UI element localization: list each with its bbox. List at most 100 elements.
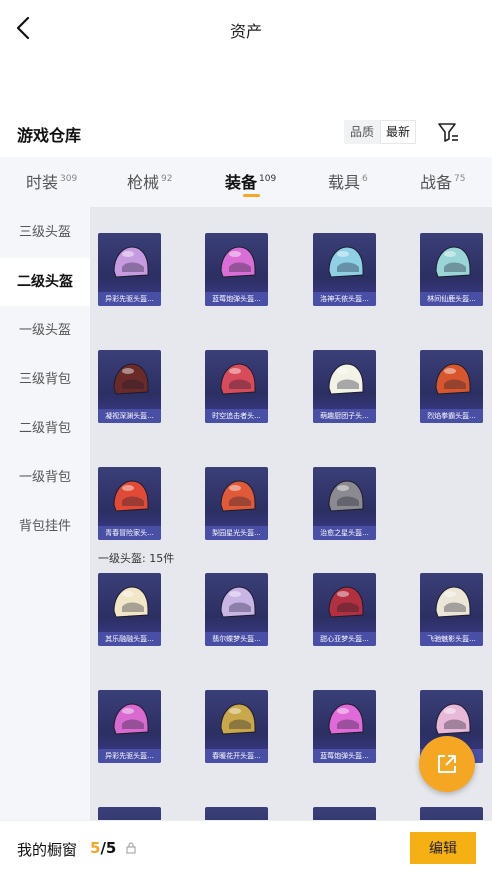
page-title: 资产 [229, 22, 262, 41]
item-card[interactable]: 烈焰拳霸头盔... [420, 350, 483, 423]
sidebar-item-backpack-2[interactable]: 二级背包 [0, 405, 90, 453]
helmet-icon [113, 363, 149, 395]
tab-fashion[interactable]: 时装 309 [26, 169, 77, 193]
sidebar-item-backpack-pendant[interactable]: 背包挂件 [0, 503, 90, 551]
warehouse-header: 游戏仓库 品质 最新 [0, 118, 492, 148]
item-card[interactable]: 甜心亚梦头盔... [313, 573, 376, 646]
item-card[interactable]: 梨园星光头盔... [205, 467, 268, 540]
sidebar-item-backpack-3[interactable]: 三级背包 [0, 356, 90, 404]
showcase-label: 我的橱窗 [17, 841, 78, 859]
helmet-icon [220, 703, 256, 735]
item-name: 凝视深渊头盔... [98, 409, 161, 423]
item-name: 梨园星光头盔... [205, 526, 268, 540]
item-card[interactable]: 飞驰魅影头盔... [420, 573, 483, 646]
tab-label: 战备 [420, 173, 453, 192]
item-card[interactable]: 凝视深渊头盔... [98, 350, 161, 423]
helmet-icon [328, 480, 364, 512]
item-card[interactable]: 蓝莓炮弹头盔... [313, 690, 376, 763]
tab-label: 时装 [26, 173, 59, 192]
active-tab-indicator [243, 194, 260, 197]
item-name: 蓝莓炮弹头盔... [205, 292, 268, 306]
item-card[interactable]: 异彩先驱头盔... [98, 233, 161, 306]
sidebar-item-helmet-3[interactable]: 三级头盔 [0, 209, 90, 257]
item-card[interactable]: 治愈之星头盔... [313, 467, 376, 540]
helmet-icon [113, 703, 149, 735]
category-tabs: 时装 309 枪械 92 装备 109 载具 6 战备 75 [0, 157, 492, 207]
helmet-icon [113, 480, 149, 512]
sidebar: 三级头盔 二级头盔 一级头盔 三级背包 二级背包 一级背包 背包挂件 [0, 207, 90, 820]
helmet-icon [328, 246, 364, 278]
item-name: 时空追击者头... [205, 409, 268, 423]
showcase-count: 5/5 [90, 839, 116, 857]
tab-count: 75 [454, 174, 466, 184]
tab-count: 6 [362, 174, 368, 184]
item-name: 飞驰魅影头盔... [420, 632, 483, 646]
item-card[interactable]: 林间仙鹿头盔... [420, 233, 483, 306]
item-card[interactable]: 蓝莓炮弹头盔... [205, 233, 268, 306]
item-name: 萌趣厨团子头... [313, 409, 376, 423]
helmet-icon [435, 586, 471, 618]
item-card[interactable]: 春暖花开头盔... [205, 690, 268, 763]
item-name: 蓝莓炮弹头盔... [313, 749, 376, 763]
item-name: 春暖花开头盔... [205, 749, 268, 763]
item-name: 治愈之星头盔... [313, 526, 376, 540]
showcase-bar: 我的橱窗 5/5 编辑 [0, 820, 492, 877]
item-name: 异彩先驱头盔... [98, 749, 161, 763]
lock-icon [126, 842, 136, 854]
sidebar-item-helmet-2[interactable]: 二级头盔 [0, 258, 90, 306]
tab-label: 载具 [328, 173, 361, 192]
item-name: 翡尔蝶梦头盔... [205, 632, 268, 646]
item-card[interactable]: 时空追击者头... [205, 350, 268, 423]
item-card[interactable]: 翡尔蝶梦头盔... [205, 573, 268, 646]
item-card[interactable]: 其乐融融头盔... [98, 573, 161, 646]
tab-vehicles[interactable]: 载具 6 [328, 169, 368, 193]
helmet-icon [220, 480, 256, 512]
warehouse-title: 游戏仓库 [17, 126, 82, 145]
edit-button[interactable]: 编辑 [410, 832, 476, 864]
section-label-helmet-1: 一级头盔: 15件 [98, 552, 175, 565]
item-card[interactable] [313, 807, 376, 820]
helmet-icon [220, 363, 256, 395]
helmet-icon [220, 586, 256, 618]
item-card[interactable]: 青春冒险家头... [98, 467, 161, 540]
helmet-icon [220, 246, 256, 278]
share-external-icon [438, 755, 456, 773]
tab-label: 装备 [225, 173, 258, 192]
item-card[interactable]: 洛神天依头盔... [313, 233, 376, 306]
tab-guns[interactable]: 枪械 92 [127, 169, 172, 193]
item-card[interactable] [98, 807, 161, 820]
item-grid: 一级头盔: 15件 异彩先驱头盔... 蓝莓炮弹头盔... 洛神天依头盔... 林间仙… [90, 207, 492, 820]
helmet-icon [328, 363, 364, 395]
tab-supplies[interactable]: 战备 75 [420, 169, 465, 193]
tab-count: 109 [259, 174, 277, 184]
helmet-icon [435, 363, 471, 395]
item-card[interactable]: 萌趣厨团子头... [313, 350, 376, 423]
item-name: 异彩先驱头盔... [98, 292, 161, 306]
sort-latest[interactable]: 最新 [380, 120, 417, 144]
share-button[interactable] [419, 736, 475, 792]
helmet-icon [435, 703, 471, 735]
tab-equipment[interactable]: 装备 109 [225, 169, 276, 193]
item-name: 林间仙鹿头盔... [420, 292, 483, 306]
item-name: 甜心亚梦头盔... [313, 632, 376, 646]
helmet-icon [328, 586, 364, 618]
item-card[interactable] [205, 807, 268, 820]
showcase-current: 5 [90, 839, 101, 857]
helmet-icon [113, 246, 149, 278]
sidebar-item-backpack-1[interactable]: 一级背包 [0, 454, 90, 502]
top-bar: 资产 [0, 0, 492, 58]
tab-count: 92 [161, 174, 173, 184]
showcase-total: /5 [100, 839, 117, 857]
helmet-icon [435, 246, 471, 278]
item-card[interactable] [420, 807, 483, 820]
item-name: 其乐融融头盔... [98, 632, 161, 646]
helmet-icon [328, 703, 364, 735]
item-name: 烈焰拳霸头盔... [420, 409, 483, 423]
sidebar-item-helmet-1[interactable]: 一级头盔 [0, 307, 90, 355]
item-name: 青春冒险家头... [98, 526, 161, 540]
sort-quality[interactable]: 品质 [344, 120, 380, 144]
tab-label: 枪械 [127, 173, 160, 192]
filter-icon[interactable] [436, 120, 460, 144]
item-name: 洛神天依头盔... [313, 292, 376, 306]
item-card[interactable]: 异彩先驱头盔... [98, 690, 161, 763]
